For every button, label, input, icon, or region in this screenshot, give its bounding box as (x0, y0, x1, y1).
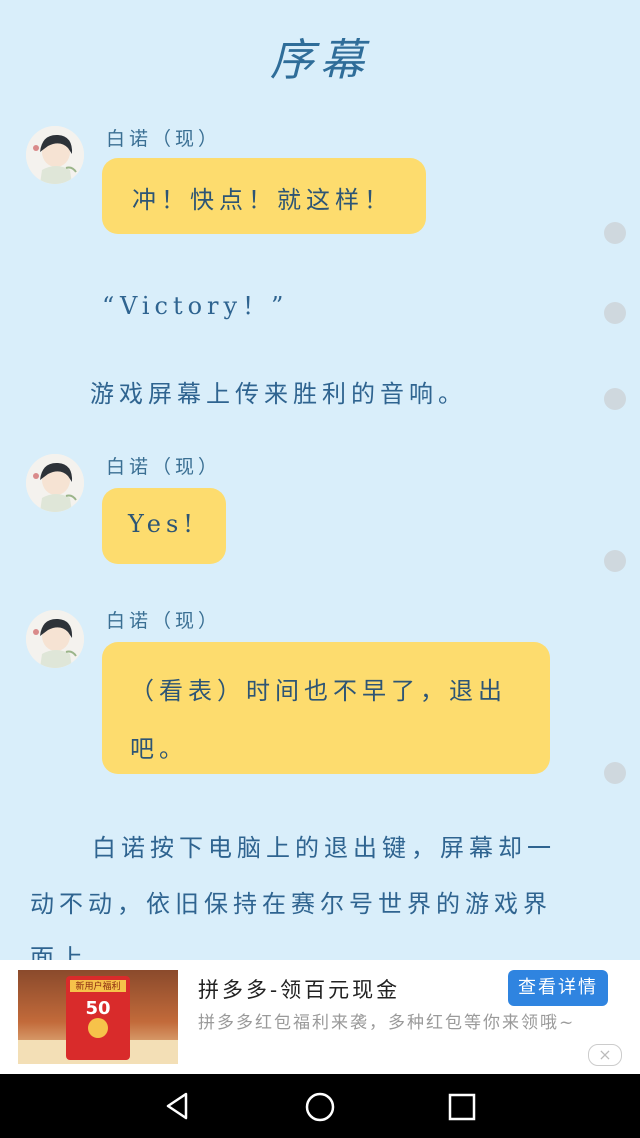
character-avatar-icon (26, 126, 84, 184)
chat-bubble-text: 冲！快点！就这样！ (132, 186, 393, 214)
chat-bubble[interactable]: Yes! (102, 488, 226, 564)
avatar[interactable] (26, 454, 84, 512)
chat-bubble-text: Yes! (128, 510, 198, 538)
chat-bubble-text-line: 吧。 (130, 735, 188, 763)
view-details-button[interactable]: 查看详情 (508, 970, 608, 1006)
narration-line: 动不动，依旧保持在赛尔号世界的游戏界 (30, 890, 552, 918)
character-avatar-icon (26, 610, 84, 668)
narration-line: 面上。 (30, 944, 117, 960)
avatar[interactable] (26, 126, 84, 184)
narration-sound: 游戏屏幕上传来胜利的音响。 (90, 380, 467, 408)
ad-description: 拼多多红包福利来袭，多种红包等你来领哦~ (198, 1013, 576, 1033)
back-icon[interactable] (162, 1090, 194, 1122)
story-page[interactable]: 序幕 白诺（现） 冲！快点！就这样！ “Victory！” 游戏屏幕上传来胜利的… (0, 0, 640, 960)
speaker-name: 白诺（现） (106, 456, 222, 478)
ad-image-amount: 50 (85, 998, 111, 1019)
comment-dot-icon[interactable] (604, 388, 626, 410)
recents-icon[interactable] (446, 1091, 478, 1123)
close-icon[interactable]: × (588, 1044, 622, 1066)
home-icon[interactable] (303, 1090, 337, 1124)
character-avatar-icon (26, 454, 84, 512)
comment-dot-icon[interactable] (604, 550, 626, 572)
ad-banner[interactable]: 新用户福利 50 拼多多-领百元现金 拼多多红包福利来袭，多种红包等你来领哦~ … (0, 960, 640, 1074)
chat-bubble[interactable]: 冲！快点！就这样！ (102, 158, 426, 234)
ad-image-banner: 新用户福利 (75, 982, 121, 992)
ad-title[interactable]: 拼多多-领百元现金 (198, 974, 400, 1004)
narration-line: 白诺按下电脑上的退出键，屏幕却一 (92, 834, 556, 862)
navigation-bar (0, 1074, 640, 1138)
chat-bubble[interactable]: （看表）时间也不早了，退出 吧。 (102, 642, 550, 774)
comment-dot-icon[interactable] (604, 762, 626, 784)
ad-image[interactable]: 新用户福利 50 (18, 970, 178, 1064)
speaker-name: 白诺（现） (106, 610, 222, 632)
narration-victory: “Victory！” (102, 292, 289, 320)
chapter-title: 序幕 (270, 35, 370, 86)
comment-dot-icon[interactable] (604, 302, 626, 324)
speaker-name: 白诺（现） (106, 128, 222, 150)
avatar[interactable] (26, 610, 84, 668)
comment-dot-icon[interactable] (604, 222, 626, 244)
chat-bubble-text-line: （看表）时间也不早了，退出 (130, 677, 507, 705)
